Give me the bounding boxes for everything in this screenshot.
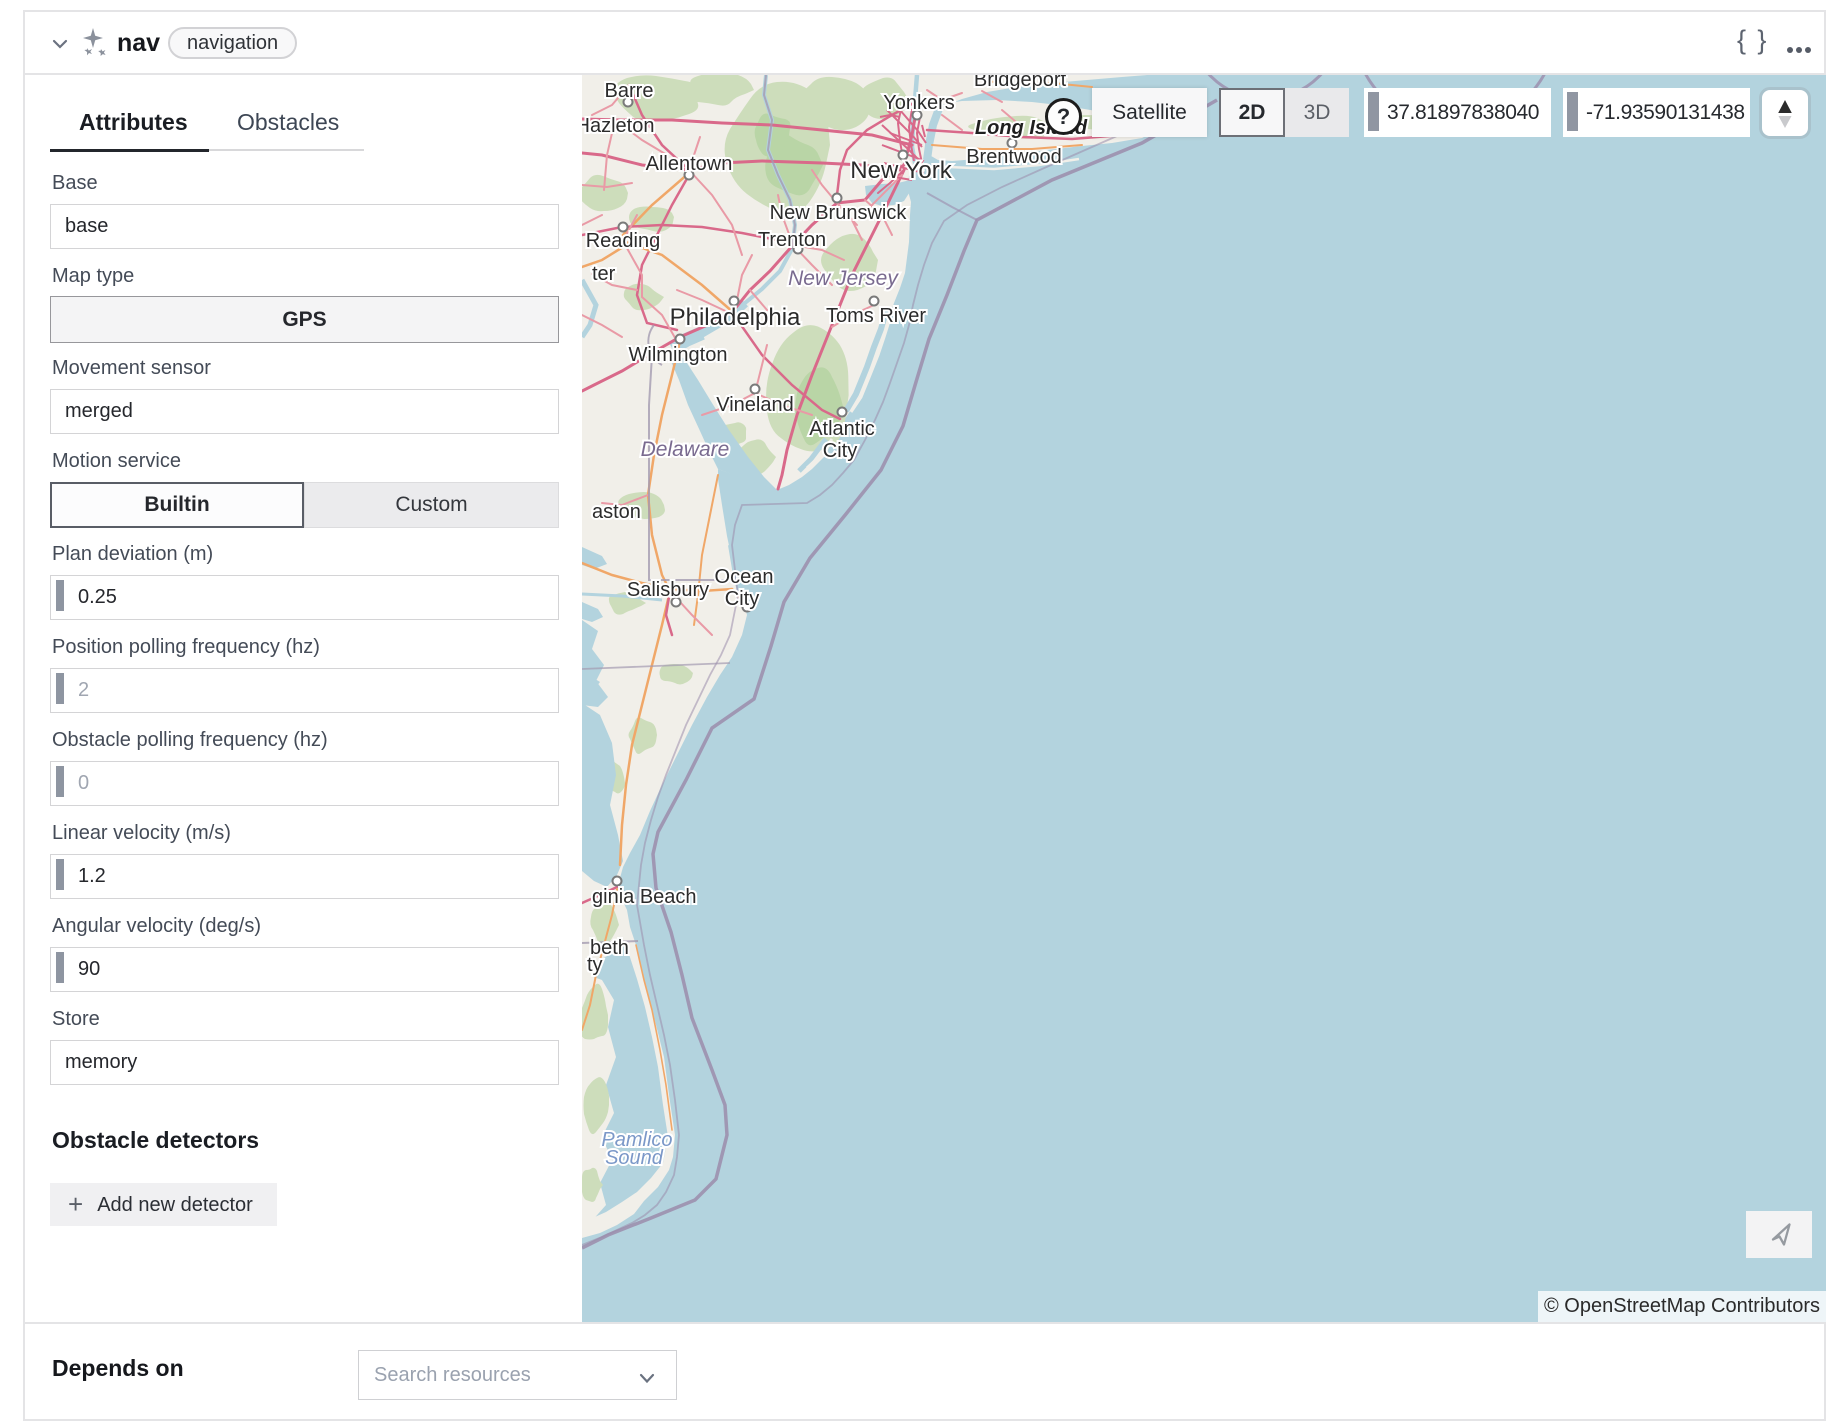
svg-text:Trenton: Trenton bbox=[758, 229, 826, 251]
svg-text:ginia Beach: ginia Beach bbox=[592, 886, 697, 908]
svg-text:Ocean: Ocean bbox=[715, 566, 774, 588]
svg-text:New Jersey: New Jersey bbox=[788, 267, 899, 290]
svg-text:Salisbury: Salisbury bbox=[627, 579, 709, 601]
svg-text:aston: aston bbox=[592, 501, 641, 523]
svg-text:Sound: Sound bbox=[605, 1147, 664, 1169]
svg-text:New Brunswick: New Brunswick bbox=[770, 202, 908, 224]
svg-text:New York: New York bbox=[850, 157, 952, 184]
svg-text:Barre: Barre bbox=[605, 80, 654, 102]
svg-text:Atlantic: Atlantic bbox=[809, 418, 875, 440]
svg-text:City: City bbox=[725, 588, 759, 610]
svg-text:Toms River: Toms River bbox=[826, 305, 926, 327]
svg-text:Wilmington: Wilmington bbox=[629, 344, 728, 366]
svg-text:Bridgeport: Bridgeport bbox=[974, 75, 1067, 91]
svg-text:Yonkers: Yonkers bbox=[883, 92, 955, 114]
svg-text:Delaware: Delaware bbox=[641, 438, 730, 461]
svg-text:Allentown: Allentown bbox=[646, 153, 733, 175]
svg-text:Brentwood: Brentwood bbox=[966, 146, 1062, 168]
svg-text:Reading: Reading bbox=[586, 230, 661, 252]
svg-text:Hazleton: Hazleton bbox=[582, 115, 654, 137]
svg-text:Vineland: Vineland bbox=[716, 394, 793, 416]
svg-text:City: City bbox=[823, 440, 857, 462]
svg-text:ty: ty bbox=[587, 954, 603, 976]
svg-text:Philadelphia: Philadelphia bbox=[670, 304, 801, 331]
svg-text:ter: ter bbox=[592, 263, 616, 285]
